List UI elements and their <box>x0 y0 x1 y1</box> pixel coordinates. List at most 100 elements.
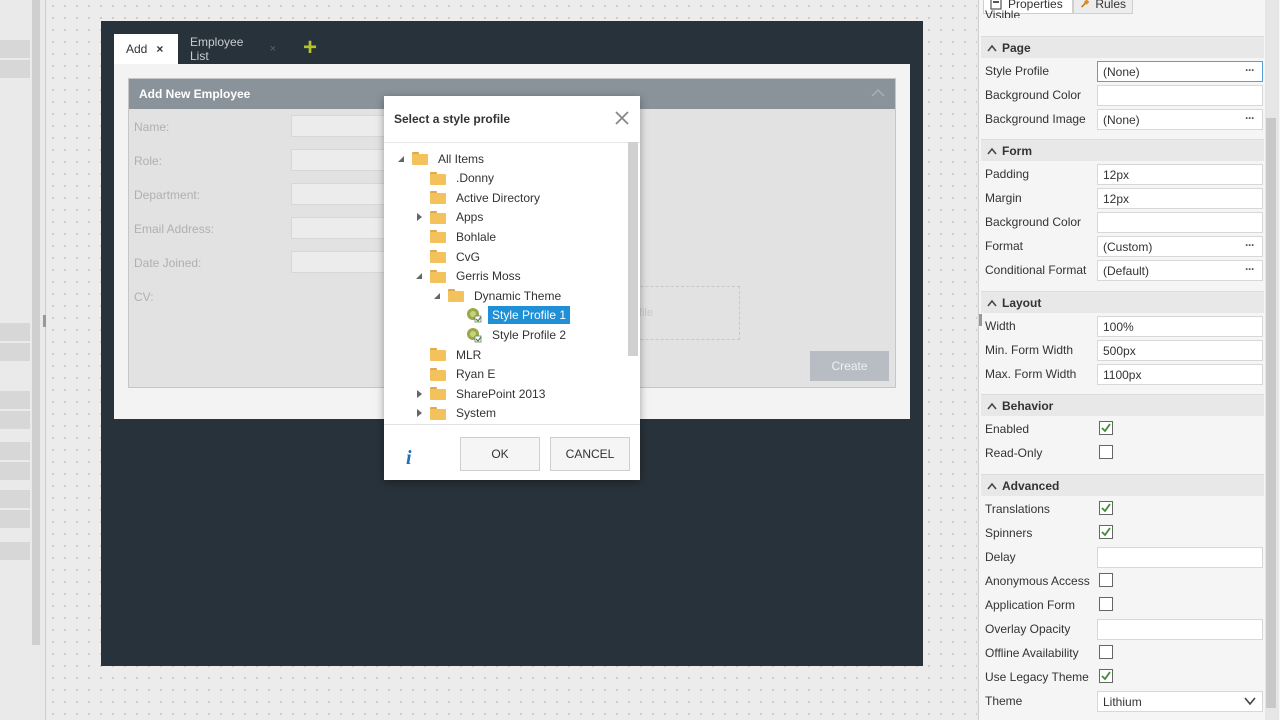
name-field[interactable] <box>291 115 386 137</box>
toolbox-row[interactable] <box>0 60 30 78</box>
property-label: Margin <box>985 191 1022 205</box>
tree-node[interactable]: MLR <box>414 345 485 364</box>
property-value: 12px <box>1103 192 1130 206</box>
tree-node[interactable]: All Items <box>396 149 488 168</box>
create-button[interactable]: Create <box>810 351 889 381</box>
section-layout[interactable]: Layout <box>981 291 1264 313</box>
folder-icon <box>430 191 446 205</box>
toolbox-row[interactable] <box>0 510 30 528</box>
property-value-field[interactable]: (Default) ··· <box>1097 260 1263 281</box>
tree-node[interactable]: Dynamic Theme <box>432 286 565 305</box>
properties-scrollbar[interactable] <box>1266 118 1276 708</box>
collapsed-triangle-icon[interactable] <box>414 212 424 222</box>
toolbox-row[interactable] <box>0 343 30 361</box>
cancel-button[interactable]: CANCEL <box>550 437 630 471</box>
section-page[interactable]: Page <box>981 36 1264 58</box>
collapse-caret-icon[interactable] <box>987 299 997 307</box>
tab-employee-list[interactable]: Employee List × <box>178 34 288 64</box>
toolbox-row[interactable] <box>0 542 30 560</box>
toolbox-row[interactable] <box>0 40 30 58</box>
property-value-field[interactable]: 12px <box>1097 188 1263 209</box>
folder-icon <box>430 406 446 420</box>
tab-add[interactable]: Add × <box>114 34 178 64</box>
section-advanced[interactable]: Advanced <box>981 474 1264 496</box>
toolbox-row[interactable] <box>0 323 30 341</box>
toolbox-row[interactable] <box>0 391 30 409</box>
checkbox[interactable] <box>1099 645 1113 659</box>
toolbox-row[interactable] <box>0 442 30 460</box>
toolbox-row[interactable] <box>0 462 30 480</box>
tree-node[interactable]: Bohlale <box>414 227 500 246</box>
tree-node[interactable]: System <box>414 404 500 423</box>
property-value-field[interactable]: 1100px <box>1097 364 1263 385</box>
property-value-field[interactable]: 500px <box>1097 340 1263 361</box>
left-panel-scrollbar[interactable] <box>32 0 40 645</box>
tree-node[interactable]: .Donny <box>414 169 498 188</box>
tree-node[interactable]: CvG <box>414 247 484 266</box>
toolbox-row[interactable] <box>0 411 30 429</box>
tree-node[interactable]: Style Profile 2 <box>450 325 570 344</box>
checkbox[interactable] <box>1099 501 1113 515</box>
chevron-down-icon[interactable] <box>1244 696 1256 706</box>
role-field[interactable] <box>291 149 386 171</box>
checkbox[interactable] <box>1099 525 1113 539</box>
add-tab-icon[interactable]: + <box>303 36 323 60</box>
checkbox[interactable] <box>1099 421 1113 435</box>
checkbox[interactable] <box>1099 669 1113 683</box>
info-icon[interactable]: i <box>406 447 412 470</box>
collapse-caret-icon[interactable] <box>987 402 997 410</box>
close-icon[interactable] <box>614 110 630 126</box>
property-label: Application Form <box>985 598 1076 612</box>
property-value-field[interactable]: 100% <box>1097 316 1263 337</box>
property-value-field[interactable]: 12px <box>1097 164 1263 185</box>
property-value-field[interactable]: (None) ··· <box>1097 61 1263 82</box>
property-value-field[interactable] <box>1097 212 1263 233</box>
property-value-field[interactable] <box>1097 547 1263 568</box>
toolbox-row[interactable] <box>0 490 30 508</box>
collapsed-triangle-icon[interactable] <box>414 389 424 399</box>
chevron-up-icon[interactable] <box>871 86 885 100</box>
expanded-triangle-icon[interactable] <box>396 154 406 164</box>
collapse-caret-icon[interactable] <box>987 147 997 155</box>
expanded-triangle-icon[interactable] <box>432 291 442 301</box>
ellipsis-icon[interactable]: ··· <box>1245 262 1255 276</box>
ellipsis-icon[interactable]: ··· <box>1245 238 1255 252</box>
section-form[interactable]: Form <box>981 139 1264 161</box>
checkbox[interactable] <box>1099 445 1113 459</box>
tree-node-label: CvG <box>456 249 480 264</box>
expanded-triangle-icon[interactable] <box>414 271 424 281</box>
tree-node-label: Bohlale <box>456 229 497 244</box>
close-icon[interactable]: × <box>156 42 163 56</box>
property-value-field[interactable] <box>1097 619 1263 640</box>
tree-node[interactable]: SharePoint 2013 <box>414 384 549 403</box>
property-select[interactable]: Lithium <box>1097 691 1263 712</box>
tree-node[interactable]: Ryan E <box>414 365 499 384</box>
department-field[interactable] <box>291 183 386 205</box>
property-row: Spinners <box>981 521 1264 545</box>
tree-scrollbar[interactable] <box>628 142 638 356</box>
property-value-field[interactable]: (Custom) ··· <box>1097 236 1263 257</box>
tree-node[interactable]: Active Directory <box>414 188 544 207</box>
email-field[interactable] <box>291 217 386 239</box>
property-label: Background Color <box>985 88 1082 102</box>
collapse-caret-icon[interactable] <box>987 482 997 490</box>
left-panel-resize-handle[interactable] <box>43 315 46 327</box>
ellipsis-icon[interactable]: ··· <box>1245 63 1255 77</box>
spacer <box>414 173 424 183</box>
tree-node[interactable]: Gerris Moss <box>414 267 525 286</box>
checkbox[interactable] <box>1099 573 1113 587</box>
tree-node[interactable]: Style Profile 1 <box>450 306 571 325</box>
section-behavior[interactable]: Behavior <box>981 394 1264 416</box>
property-value-field[interactable]: (None) ··· <box>1097 109 1263 130</box>
date-joined-field[interactable] <box>291 251 386 273</box>
tree-node-label: Ryan E <box>456 367 496 382</box>
tree-node[interactable]: Apps <box>414 208 487 227</box>
property-value-field[interactable] <box>1097 85 1263 106</box>
collapse-caret-icon[interactable] <box>987 44 997 52</box>
ellipsis-icon[interactable]: ··· <box>1245 111 1255 125</box>
collapsed-triangle-icon[interactable] <box>414 408 424 418</box>
close-icon[interactable]: × <box>270 43 276 55</box>
checkbox[interactable] <box>1099 597 1113 611</box>
ok-button[interactable]: OK <box>460 437 540 471</box>
section-title: Page <box>1002 40 1031 55</box>
